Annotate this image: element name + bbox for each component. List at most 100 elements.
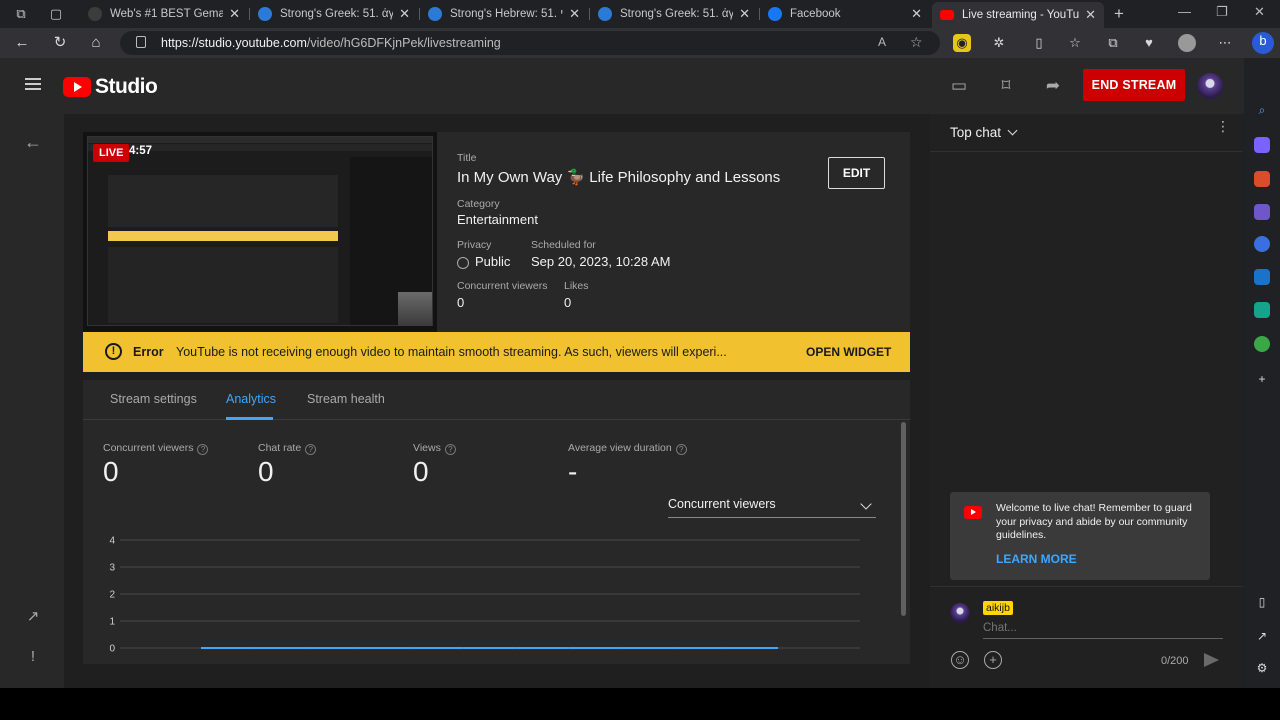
preview-webcam — [398, 292, 432, 326]
browser-toolbar: ← ↻ ⌂ https://studio.youtube.com/video/h… — [0, 28, 1280, 58]
shopping-tag-icon[interactable] — [1254, 137, 1270, 153]
close-tab-icon[interactable]: ✕ — [399, 6, 410, 22]
studio-app: Studio ▭ ⌑ ➦ END STREAM ← ↗ ! LIVE 4:57 … — [0, 58, 1244, 688]
film-icon[interactable]: ▭ — [948, 75, 970, 97]
chevron-down-icon[interactable] — [1007, 125, 1018, 136]
chat-mode-label[interactable]: Top chat — [950, 125, 1001, 140]
input-underline — [983, 638, 1223, 639]
tab-stream-settings[interactable]: Stream settings — [110, 392, 197, 406]
close-tab-icon[interactable]: ✕ — [911, 6, 922, 22]
youtube-logo-icon — [63, 77, 91, 97]
logo-text: Studio — [95, 75, 158, 98]
settings-more-icon[interactable]: ⋯ — [1216, 34, 1234, 52]
metric-dropdown[interactable]: Concurrent viewers — [668, 494, 876, 518]
help-icon[interactable]: ? — [675, 444, 687, 455]
channel-avatar[interactable] — [1197, 73, 1223, 99]
tools-icon[interactable] — [1254, 171, 1270, 187]
dropdown-value: Concurrent viewers — [668, 497, 776, 511]
edit-button[interactable]: EDIT — [828, 157, 885, 189]
tab-favicon — [428, 7, 442, 21]
tab-title: Facebook — [790, 8, 841, 20]
url-host: https://studio.youtube.com — [161, 36, 307, 50]
close-tab-icon[interactable]: ✕ — [739, 6, 750, 22]
metric-label-text: Concurrent viewers — [103, 442, 194, 454]
new-tab-button[interactable]: + — [1110, 5, 1128, 23]
close-tab-icon[interactable]: ✕ — [229, 6, 240, 22]
help-icon[interactable]: ? — [305, 444, 317, 455]
share-icon[interactable]: ➦ — [1042, 75, 1064, 97]
browser-tab-strongs-greek[interactable]: Strong's Greek: 51. ἀγνόημ ✕ — [250, 3, 418, 25]
url-text[interactable]: https://studio.youtube.com/video/hG6DFKj… — [161, 36, 501, 50]
home-icon[interactable]: ⌂ — [86, 33, 106, 53]
back-arrow-icon[interactable]: ← — [22, 131, 44, 153]
tab-actions-icon[interactable]: ▢ — [47, 5, 65, 23]
back-icon[interactable]: ← — [12, 33, 32, 53]
tree-icon[interactable] — [1254, 336, 1270, 352]
char-counter: 0/200 — [1161, 655, 1189, 667]
browser-tab-facebook[interactable]: Facebook ✕ — [760, 3, 930, 25]
more-vert-icon[interactable]: ⋮ — [1216, 119, 1230, 133]
error-label: Error — [133, 345, 164, 359]
feedback-icon[interactable]: ! — [22, 646, 44, 668]
browser-tab-strongs-hebrew[interactable]: Strong's Hebrew: 51. אבי ✕ — [420, 3, 588, 25]
add-icon[interactable]: + — [984, 651, 1002, 669]
split-screen-icon[interactable]: ▯ — [1030, 34, 1048, 52]
metric-label-text: Average view duration — [568, 442, 672, 454]
copilot-icon[interactable]: b — [1252, 32, 1274, 54]
close-window-icon[interactable]: ✕ — [1254, 4, 1265, 20]
menu-icon[interactable] — [25, 78, 41, 90]
likes-label: Likes — [564, 280, 589, 292]
tab-title: Strong's Greek: 51. ἀγνόημ — [620, 8, 734, 20]
extensions-icon[interactable]: ✲ — [990, 34, 1008, 52]
metric-chat-rate-label: Chat rate? — [258, 442, 317, 455]
stream-preview[interactable]: LIVE 4:57 — [83, 132, 437, 332]
edge-sidebar: ⌕ + ▯ ↗ ⚙ — [1244, 58, 1280, 688]
tab-title: Live streaming - YouTube — [962, 9, 1080, 21]
sidebar-layout-icon[interactable]: ▯ — [1254, 594, 1270, 610]
outlook-icon[interactable] — [1254, 269, 1270, 285]
chat-username: aikijb — [983, 601, 1013, 615]
profile-avatar-icon[interactable] — [1178, 34, 1196, 52]
browser-tab-live-streaming[interactable]: Live streaming - YouTube ✕ — [932, 2, 1104, 28]
globe-icon — [457, 257, 469, 269]
reload-icon[interactable]: ↻ — [50, 33, 70, 53]
minimize-icon[interactable]: — — [1178, 4, 1191, 19]
tab-analytics[interactable]: Analytics — [226, 392, 276, 406]
chat-input[interactable] — [983, 622, 1223, 634]
add-icon[interactable]: + — [1254, 371, 1270, 387]
workspaces-icon[interactable]: ⧉ — [12, 5, 30, 23]
close-tab-icon[interactable]: ✕ — [569, 6, 580, 22]
bookmark-icon[interactable]: ⌑ — [995, 75, 1017, 97]
metric-avg-view-duration-label: Average view duration? — [568, 442, 687, 455]
drop-icon[interactable] — [1254, 302, 1270, 318]
games-icon[interactable] — [1254, 204, 1270, 220]
read-aloud-icon[interactable]: A — [878, 35, 886, 49]
restore-icon[interactable]: ❐ — [1216, 4, 1228, 20]
external-link-icon[interactable]: ↗ — [22, 606, 44, 628]
close-tab-icon[interactable]: ✕ — [1085, 7, 1096, 23]
learn-more-link[interactable]: LEARN MORE — [996, 552, 1077, 566]
tab-stream-health[interactable]: Stream health — [307, 392, 385, 406]
microsoft-365-icon[interactable] — [1254, 236, 1270, 252]
open-external-icon[interactable]: ↗ — [1254, 628, 1270, 644]
browser-tab-gematria[interactable]: Web's #1 BEST Gematria C ✕ — [80, 3, 248, 25]
emoji-icon[interactable]: ☺ — [951, 651, 969, 669]
favorite-star-icon[interactable]: ☆ — [910, 34, 923, 51]
address-bar[interactable]: https://studio.youtube.com/video/hG6DFKj… — [120, 31, 940, 55]
search-icon[interactable]: ⌕ — [1254, 102, 1270, 118]
tab-title: Strong's Hebrew: 51. אבי — [450, 8, 564, 20]
panel-scrollbar[interactable] — [901, 422, 906, 616]
help-icon[interactable]: ? — [444, 444, 456, 455]
collections-icon[interactable]: ⧉ — [1104, 34, 1122, 52]
gear-icon[interactable]: ⚙ — [1254, 660, 1270, 676]
browser-tab-strongs-greek-2[interactable]: Strong's Greek: 51. ἀγνόημ ✕ — [590, 3, 758, 25]
help-icon[interactable]: ? — [197, 444, 209, 455]
end-stream-button[interactable]: END STREAM — [1083, 69, 1185, 101]
favorites-icon[interactable]: ☆ — [1066, 34, 1084, 52]
send-icon[interactable] — [1204, 653, 1219, 667]
studio-logo[interactable]: Studio — [63, 75, 158, 99]
browser-essentials-icon[interactable]: ♥ — [1140, 34, 1158, 52]
studio-top-bar: Studio ▭ ⌑ ➦ END STREAM — [0, 58, 1244, 114]
extension-icon[interactable]: ◉ — [953, 34, 971, 52]
open-widget-button[interactable]: OPEN WIDGET — [806, 345, 891, 359]
